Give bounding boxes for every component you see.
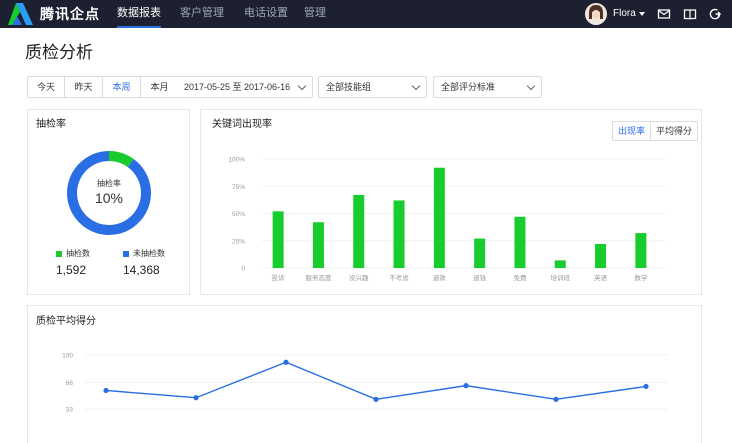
range-this-month-button[interactable]: 本月 bbox=[141, 77, 178, 97]
range-this-week-button[interactable]: 本周 bbox=[103, 77, 141, 97]
donut-center-label: 抽检率 bbox=[97, 179, 121, 188]
logout-icon[interactable] bbox=[708, 7, 722, 21]
skill-group-select[interactable]: 全部技能组 bbox=[318, 76, 427, 98]
nav-tab-data-reports[interactable]: 数据报表 bbox=[117, 0, 161, 28]
donut-center-value: 10% bbox=[94, 190, 124, 206]
legend-swatch-unsampled bbox=[123, 251, 129, 257]
chevron-down-icon bbox=[526, 81, 536, 91]
donut-slice-sampled bbox=[108, 151, 134, 168]
range-today-button[interactable]: 今天 bbox=[28, 77, 65, 97]
brand-name: 腾讯企点 bbox=[40, 6, 100, 22]
legend-label-unsampled: 未抽检数 bbox=[133, 249, 165, 258]
legend-label-sampled: 抽检数 bbox=[66, 249, 90, 258]
chevron-down-icon[interactable] bbox=[639, 12, 645, 16]
avatar[interactable] bbox=[585, 3, 607, 25]
score-standard-value: 全部评分标准 bbox=[441, 82, 496, 92]
book-icon[interactable] bbox=[683, 7, 697, 21]
nav-tab-management[interactable]: 管理 bbox=[304, 0, 326, 28]
sampling-rate-title: 抽检率 bbox=[36, 119, 66, 130]
chevron-down-icon bbox=[297, 81, 307, 91]
top-navigation-bar: 腾讯企点 数据报表 客户管理 电话设置 管理 Flora bbox=[0, 0, 732, 28]
metric-toggle: 出现率 平均得分 bbox=[612, 121, 699, 141]
skill-group-value: 全部技能组 bbox=[326, 82, 372, 92]
legend-value-sampled: 1,592 bbox=[56, 263, 87, 277]
average-score-card bbox=[27, 305, 702, 443]
toggle-occurrence-rate[interactable]: 出现率 bbox=[613, 122, 652, 140]
score-standard-select[interactable]: 全部评分标准 bbox=[433, 76, 542, 98]
nav-tab-customer-management[interactable]: 客户管理 bbox=[180, 0, 224, 28]
date-range-picker[interactable]: 2017-05-25 至 2017-06-16 bbox=[177, 76, 313, 98]
keyword-rate-title: 关键词出现率 bbox=[212, 119, 272, 130]
brand-logo-icon bbox=[8, 3, 33, 25]
chevron-down-icon bbox=[411, 81, 421, 91]
nav-tab-phone-settings[interactable]: 电话设置 bbox=[244, 0, 288, 28]
range-yesterday-button[interactable]: 昨天 bbox=[65, 77, 103, 97]
toggle-average-score[interactable]: 平均得分 bbox=[651, 122, 697, 140]
date-range-tabs: 今天 昨天 本周 本月 bbox=[27, 76, 179, 98]
mail-icon[interactable] bbox=[657, 7, 671, 21]
legend-swatch-sampled bbox=[56, 251, 62, 257]
legend-value-unsampled: 14,368 bbox=[123, 263, 160, 277]
date-range-value: 2017-05-25 至 2017-06-16 bbox=[184, 82, 291, 92]
average-score-title: 质检平均得分 bbox=[36, 316, 96, 327]
user-name[interactable]: Flora bbox=[613, 0, 636, 27]
page-title: 质检分析 bbox=[25, 43, 93, 62]
